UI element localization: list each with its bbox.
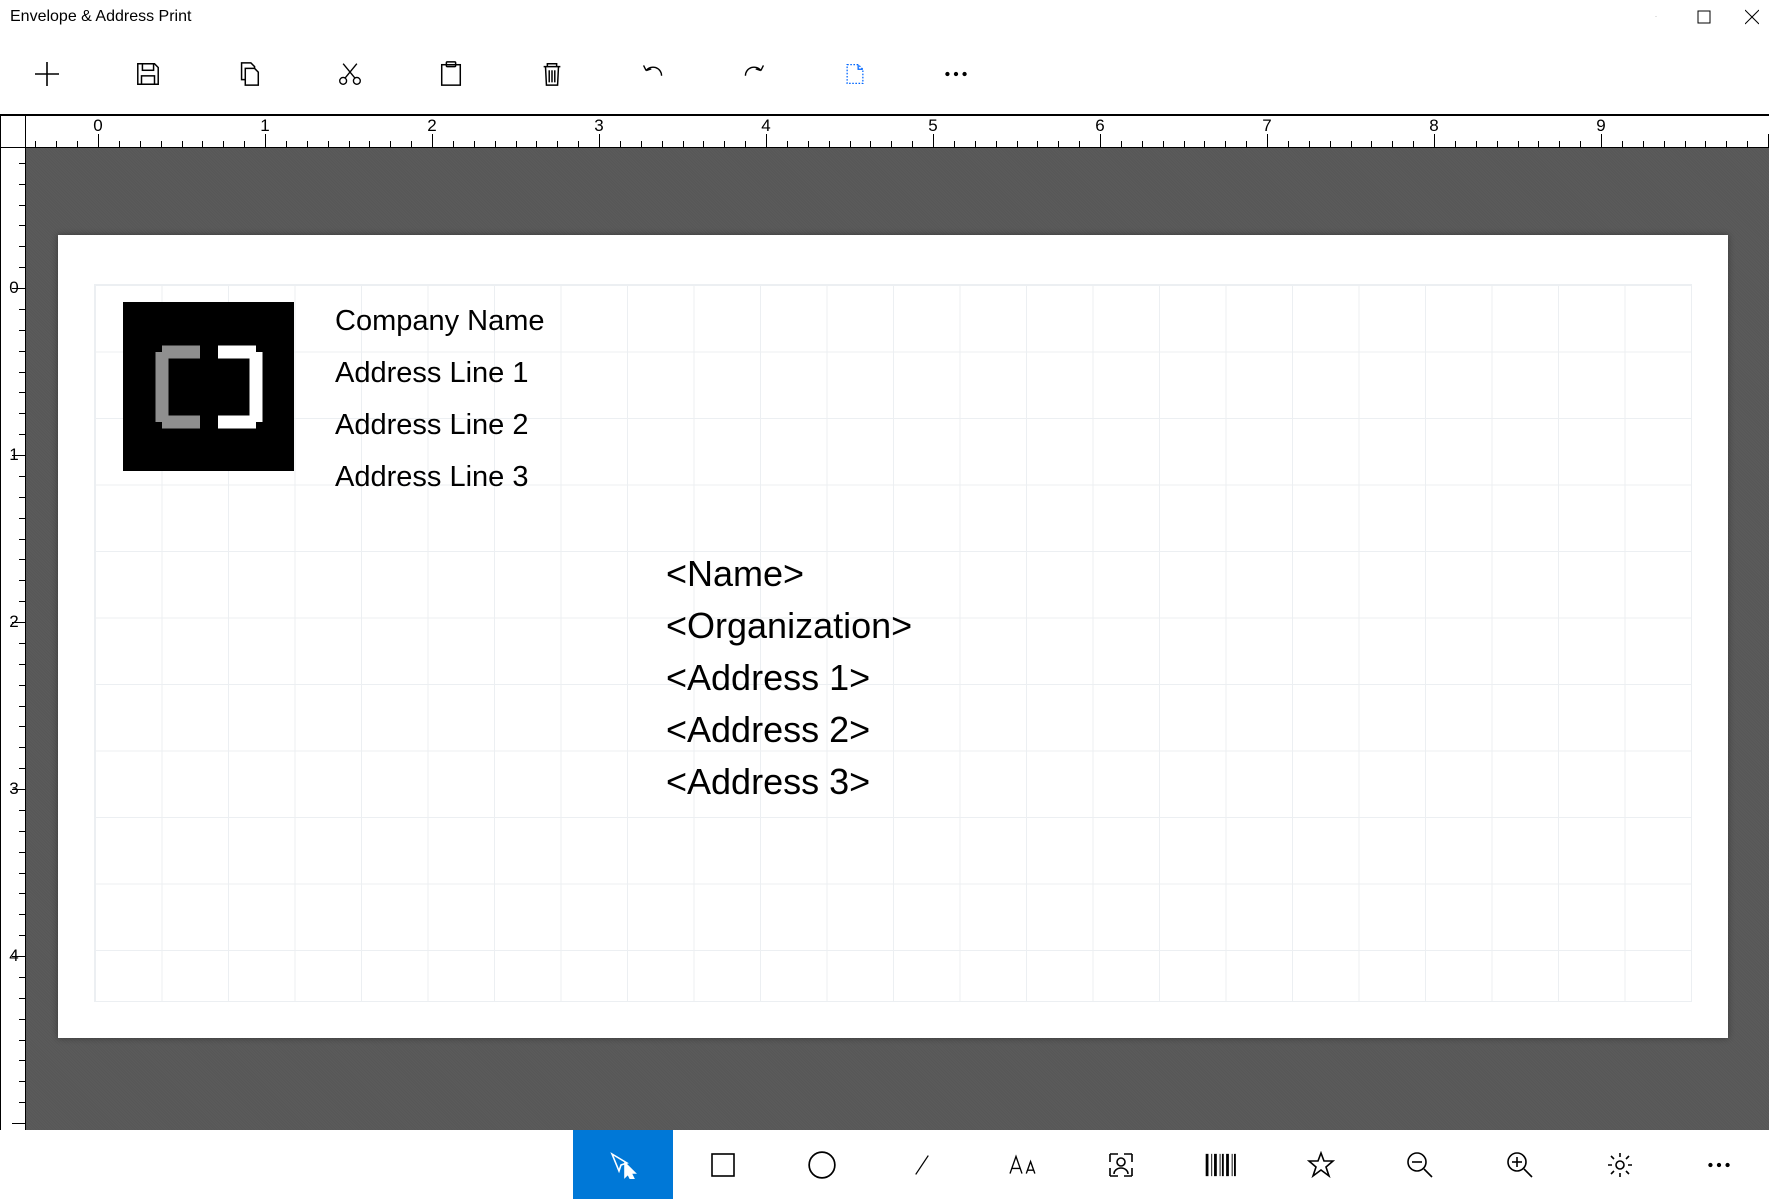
- canvas-area: Company Name Address Line 1 Address Line…: [26, 148, 1769, 1130]
- recipient-name: <Name>: [666, 548, 912, 600]
- horizontal-ruler: 0 1 2 3 4 5 6 7 8 9: [26, 115, 1769, 148]
- recipient-addr1: <Address 1>: [666, 652, 912, 704]
- recipient-address-block[interactable]: <Name> <Organization> <Address 1> <Addre…: [666, 548, 912, 808]
- vertical-ruler: 01234: [0, 148, 26, 1130]
- more-tools-button[interactable]: [1669, 1130, 1769, 1199]
- h-ruler-number: 2: [427, 116, 436, 136]
- undo-button[interactable]: [638, 59, 668, 89]
- cut-button[interactable]: [335, 59, 365, 89]
- h-ruler-number: 6: [1095, 116, 1104, 136]
- bottom-toolbar: [0, 1130, 1769, 1199]
- zoom-in-button[interactable]: [1470, 1130, 1570, 1199]
- h-ruler-number: 5: [928, 116, 937, 136]
- recipient-addr3: <Address 3>: [666, 756, 912, 808]
- star-tool-button[interactable]: [1271, 1130, 1371, 1199]
- copy-button[interactable]: [234, 59, 264, 89]
- sender-addr2: Address Line 2: [335, 399, 545, 451]
- h-ruler-number: 1: [260, 116, 269, 136]
- h-ruler-number: 8: [1429, 116, 1438, 136]
- settings-button[interactable]: [1570, 1130, 1670, 1199]
- new-page-button[interactable]: [840, 59, 870, 89]
- h-ruler-number: 0: [93, 116, 102, 136]
- title-bar: Envelope & Address Print: [0, 0, 1769, 33]
- redo-button[interactable]: [739, 59, 769, 89]
- minimize-button[interactable]: [1649, 10, 1663, 24]
- delete-button[interactable]: [537, 59, 567, 89]
- ruler-corner: [0, 115, 26, 148]
- sender-addr1: Address Line 1: [335, 347, 545, 399]
- logo-icon[interactable]: [123, 302, 294, 471]
- sender-company: Company Name: [335, 295, 545, 347]
- h-ruler-number: 4: [761, 116, 770, 136]
- sender-addr3: Address Line 3: [335, 451, 545, 503]
- recipient-org: <Organization>: [666, 600, 912, 652]
- rectangle-tool-button[interactable]: [673, 1130, 773, 1199]
- line-tool-button[interactable]: [872, 1130, 972, 1199]
- recipient-addr2: <Address 2>: [666, 704, 912, 756]
- selection-tool-button[interactable]: [573, 1130, 673, 1199]
- envelope-page[interactable]: Company Name Address Line 1 Address Line…: [58, 235, 1728, 1038]
- paste-button[interactable]: [436, 59, 466, 89]
- top-toolbar: [0, 33, 1769, 115]
- h-ruler-number: 7: [1262, 116, 1271, 136]
- zoom-out-button[interactable]: [1370, 1130, 1470, 1199]
- contact-tool-button[interactable]: [1071, 1130, 1171, 1199]
- barcode-tool-button[interactable]: [1171, 1130, 1271, 1199]
- h-ruler-number: 3: [594, 116, 603, 136]
- close-button[interactable]: [1745, 10, 1759, 24]
- window-title: Envelope & Address Print: [10, 8, 191, 26]
- text-tool-button[interactable]: [972, 1130, 1072, 1199]
- new-button[interactable]: [32, 59, 62, 89]
- maximize-button[interactable]: [1697, 10, 1711, 24]
- ellipse-tool-button[interactable]: [772, 1130, 872, 1199]
- more-button[interactable]: [941, 59, 971, 89]
- window-controls: [1649, 10, 1759, 24]
- save-button[interactable]: [133, 59, 163, 89]
- h-ruler-number: 9: [1596, 116, 1605, 136]
- sender-address-block[interactable]: Company Name Address Line 1 Address Line…: [335, 295, 545, 503]
